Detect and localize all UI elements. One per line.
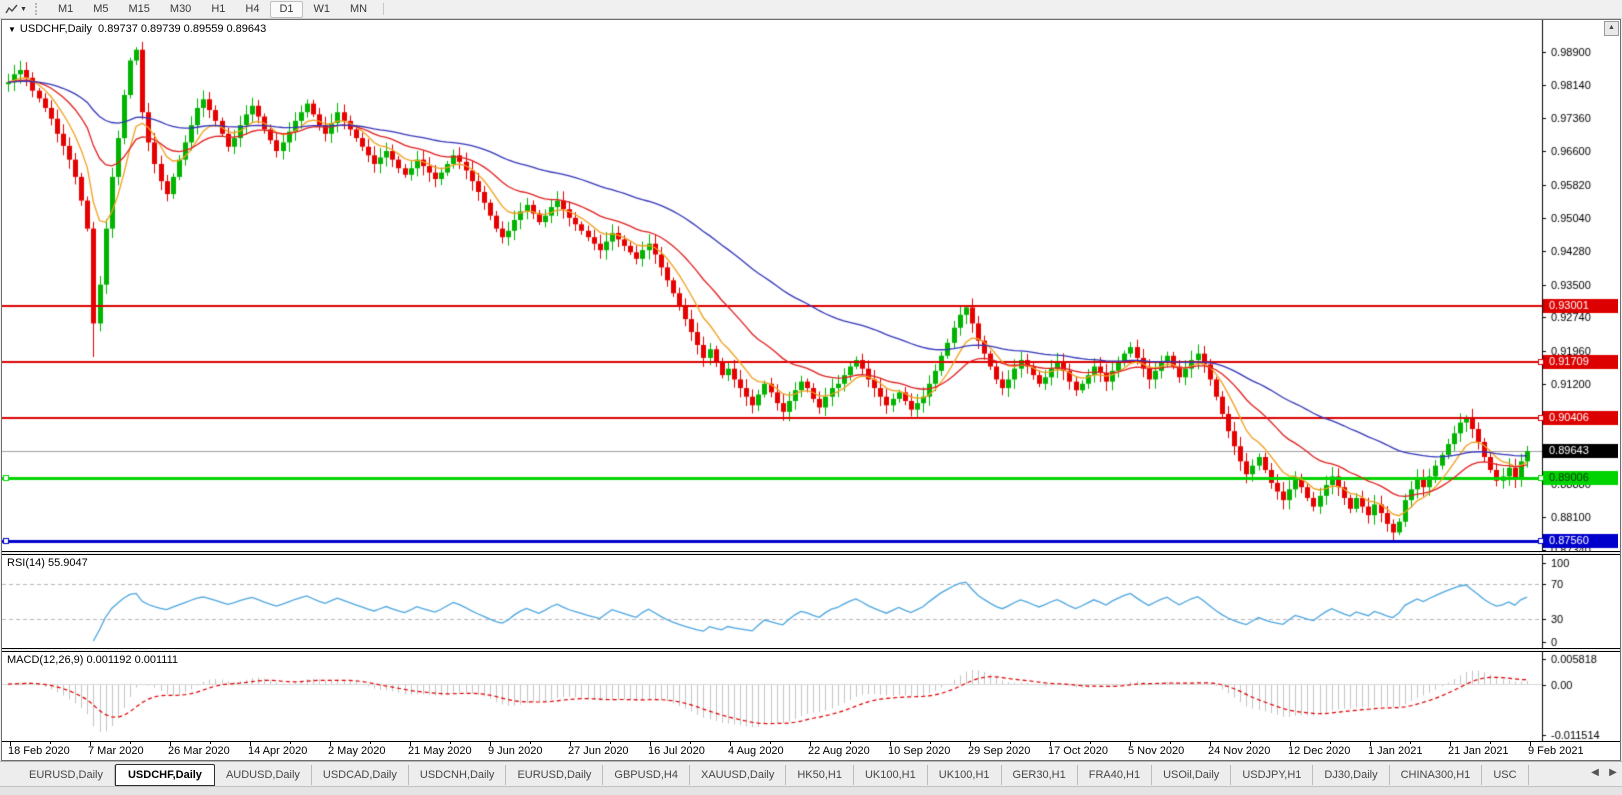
date-tick-minor bbox=[1490, 742, 1491, 744]
date-label: 27 Jun 2020 bbox=[568, 745, 629, 757]
chart-tab-usdcnh-daily[interactable]: USDCNH,Daily bbox=[409, 764, 507, 785]
date-tick-minor bbox=[1010, 742, 1011, 744]
chart-tab-china300-h1[interactable]: CHINA300,H1 bbox=[1390, 764, 1483, 785]
date-label: 7 Mar 2020 bbox=[88, 745, 144, 757]
chart-tab-usdchf-daily[interactable]: USDCHF,Daily bbox=[114, 763, 215, 786]
date-label: 18 Feb 2020 bbox=[8, 745, 70, 757]
chart-tab-uk100-h1[interactable]: UK100,H1 bbox=[854, 764, 928, 785]
chart-scroll-up-button[interactable]: ▲ bbox=[1604, 21, 1619, 36]
rsi-canvas[interactable] bbox=[2, 555, 1618, 648]
macd-pane: MACD(12,26,9) 0.001192 0.001111 bbox=[2, 651, 1620, 742]
toolbar-separator bbox=[383, 3, 385, 15]
timeframe-button-m15[interactable]: M15 bbox=[120, 1, 159, 18]
date-label: 24 Nov 2020 bbox=[1208, 745, 1271, 757]
date-tick-minor bbox=[770, 742, 771, 744]
symbol-collapse-icon[interactable]: ▼ bbox=[8, 25, 16, 34]
date-tick-minor bbox=[370, 742, 371, 744]
date-label: 29 Sep 2020 bbox=[968, 745, 1031, 757]
date-label: 9 Feb 2021 bbox=[1528, 745, 1584, 757]
date-tick-minor bbox=[450, 742, 451, 744]
date-label: 14 Apr 2020 bbox=[248, 745, 308, 757]
chart-tab-hk50-h1[interactable]: HK50,H1 bbox=[786, 764, 854, 785]
date-label: 16 Jul 2020 bbox=[648, 745, 705, 757]
chevron-down-icon[interactable]: ▼ bbox=[20, 6, 27, 13]
tab-scroll-arrows: ◀ ▶ bbox=[1589, 767, 1619, 778]
chart-tab-usdcad-daily[interactable]: USDCAD,Daily bbox=[312, 764, 409, 785]
date-label: 26 Mar 2020 bbox=[168, 745, 230, 757]
timeframe-button-h1[interactable]: H1 bbox=[202, 1, 234, 18]
chart-tab-ger30-h1[interactable]: GER30,H1 bbox=[1002, 764, 1078, 785]
date-label: 21 May 2020 bbox=[408, 745, 472, 757]
date-tick-minor bbox=[850, 742, 851, 744]
chart-symbol-label: USDCHF,Daily bbox=[19, 23, 93, 35]
date-label: 12 Dec 2020 bbox=[1288, 745, 1351, 757]
date-axis[interactable]: 18 Feb 2020 7 Mar 2020 26 Mar 2020 14 Apr 2… bbox=[2, 742, 1620, 760]
date-label: 2 May 2020 bbox=[328, 745, 386, 757]
timeframe-buttons: M1 M5 M15 M30 H1 H4 D1 W1 MN bbox=[48, 0, 377, 18]
date-tick-minor bbox=[50, 742, 51, 744]
date-tick-minor bbox=[930, 742, 931, 744]
tab-scroll-left-icon[interactable]: ◀ bbox=[1589, 767, 1601, 778]
date-tick-minor bbox=[690, 742, 691, 744]
date-label: 10 Sep 2020 bbox=[888, 745, 951, 757]
date-tick-minor bbox=[130, 742, 131, 744]
timeframe-button-m5[interactable]: M5 bbox=[84, 1, 117, 18]
date-label: 4 Aug 2020 bbox=[728, 745, 784, 757]
date-tick-minor bbox=[210, 742, 211, 744]
chart-window: ▼ USDCHF,Daily 0.89737 0.89739 0.89559 0.8… bbox=[1, 19, 1621, 761]
price-chart-pane: ▼ USDCHF,Daily 0.89737 0.89739 0.89559 0.8… bbox=[2, 20, 1620, 552]
date-tick-minor bbox=[290, 742, 291, 744]
date-tick-minor bbox=[1170, 742, 1171, 744]
indicator-cursor-icon[interactable] bbox=[3, 2, 19, 16]
timeframe-button-h4[interactable]: H4 bbox=[236, 1, 268, 18]
chart-tab-usc[interactable]: USC bbox=[1482, 764, 1529, 785]
timeframe-button-mn[interactable]: MN bbox=[341, 1, 376, 18]
timeframe-toolbar: ▼ M1 M5 M15 M30 H1 H4 D1 W1 MN bbox=[0, 0, 1622, 19]
date-label: 21 Jan 2021 bbox=[1448, 745, 1509, 757]
date-label: 17 Oct 2020 bbox=[1048, 745, 1108, 757]
trading-terminal: { "toolbar": { "timeframes": ["M1","M5",… bbox=[0, 0, 1622, 795]
toolbar-drag-handle[interactable] bbox=[34, 3, 42, 15]
rsi-label: RSI(14) 55.9047 bbox=[7, 557, 88, 569]
chart-tab-eurusd-daily[interactable]: EURUSD,Daily bbox=[506, 764, 604, 785]
timeframe-button-m1[interactable]: M1 bbox=[49, 1, 82, 18]
chart-tab-gbpusd-h4[interactable]: GBPUSD,H4 bbox=[603, 764, 690, 785]
date-label: 9 Jun 2020 bbox=[488, 745, 543, 757]
date-label: 1 Jan 2021 bbox=[1368, 745, 1423, 757]
date-tick-minor bbox=[1330, 742, 1331, 744]
chart-tab-audusd-daily[interactable]: AUDUSD,Daily bbox=[215, 764, 312, 785]
price-chart-canvas[interactable] bbox=[2, 20, 1618, 551]
chart-tab-xauusd-daily[interactable]: XAUUSD,Daily bbox=[690, 764, 787, 785]
chart-ohlc-values: 0.89737 0.89739 0.89559 0.89643 bbox=[98, 23, 267, 35]
macd-canvas[interactable] bbox=[2, 652, 1618, 741]
date-tick-minor bbox=[530, 742, 531, 744]
tab-scroll-right-icon[interactable]: ▶ bbox=[1607, 767, 1619, 778]
chart-tab-fra40-h1[interactable]: FRA40,H1 bbox=[1078, 764, 1153, 785]
chart-tab-dj30-daily[interactable]: DJ30,Daily bbox=[1313, 764, 1390, 785]
date-tick-minor bbox=[1090, 742, 1091, 744]
date-tick-minor bbox=[610, 742, 611, 744]
date-label: 22 Aug 2020 bbox=[808, 745, 870, 757]
chart-title: ▼ USDCHF,Daily 0.89737 0.89739 0.89559 0.8… bbox=[8, 23, 266, 35]
chart-tab-eurusd-daily[interactable]: EURUSD,Daily bbox=[18, 764, 115, 785]
chart-tab-usdjpy-h1[interactable]: USDJPY,H1 bbox=[1231, 764, 1314, 785]
timeframe-button-w1[interactable]: W1 bbox=[305, 1, 340, 18]
macd-label: MACD(12,26,9) 0.001192 0.001111 bbox=[7, 654, 179, 666]
date-label: 5 Nov 2020 bbox=[1128, 745, 1185, 757]
chart-tab-usoil-daily[interactable]: USOil,Daily bbox=[1152, 764, 1232, 785]
date-tick-minor bbox=[1410, 742, 1411, 744]
chart-tab-uk100-h1[interactable]: UK100,H1 bbox=[928, 764, 1002, 785]
date-tick-minor bbox=[1250, 742, 1251, 744]
timeframe-button-m30[interactable]: M30 bbox=[161, 1, 200, 18]
chart-tab-bar: EURUSD,Daily USDCHF,Daily AUDUSD,Daily USDC… bbox=[0, 761, 1622, 787]
rsi-pane: RSI(14) 55.9047 bbox=[2, 554, 1620, 649]
timeframe-button-d1[interactable]: D1 bbox=[270, 0, 303, 18]
